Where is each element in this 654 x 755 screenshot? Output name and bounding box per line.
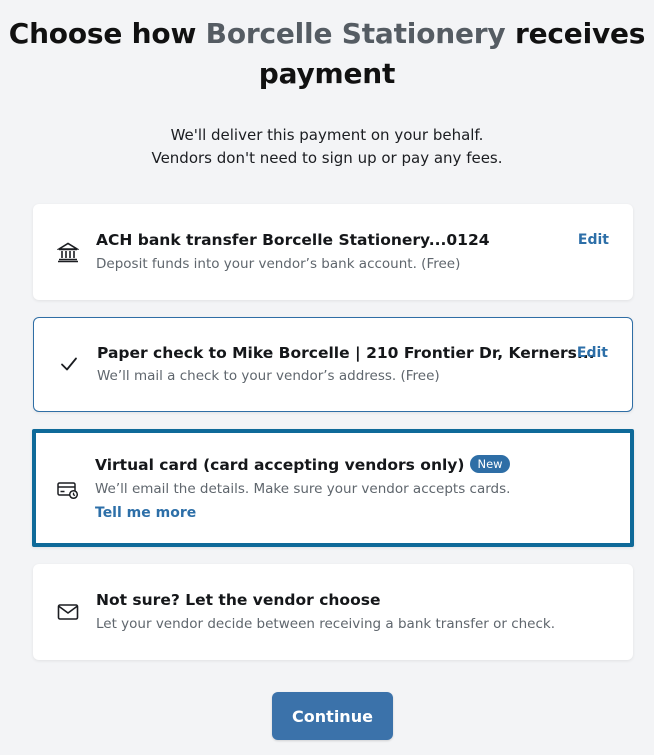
envelope-icon [57,601,79,623]
option-paper-check[interactable]: Paper check to Mike Borcelle | 210 Front… [33,317,633,412]
bank-icon [57,241,79,263]
option-title: ACH bank transfer Borcelle Stationery...… [96,231,490,249]
virtual-card-icon [57,479,79,501]
payment-method-page: Choose how Borcelle Stationery receives … [0,0,654,755]
option-description: Deposit funds into your vendor’s bank ac… [96,256,461,272]
subtitle-line-1: We'll deliver this payment on your behal… [170,126,484,144]
option-title: Paper check to Mike Borcelle | 210 Front… [97,344,595,362]
subtitle-line-2: Vendors don't need to sign up or pay any… [151,149,503,167]
page-title: Choose how Borcelle Stationery receives … [0,14,654,94]
option-description: Let your vendor decide between receiving… [96,616,556,632]
edit-check-button[interactable]: Edit [577,344,608,362]
checkmark-icon [58,353,80,375]
option-vendor-choose[interactable]: Not sure? Let the vendor choose Let your… [33,564,633,660]
new-badge: New [470,455,510,473]
tell-me-more-link[interactable]: Tell me more [95,504,196,522]
option-title: Not sure? Let the vendor choose [96,591,381,609]
option-description: We’ll email the details. Make sure your … [95,481,511,497]
title-prefix: Choose how [8,17,206,50]
option-ach-bank-transfer[interactable]: ACH bank transfer Borcelle Stationery...… [33,204,633,300]
option-description: We’ll mail a check to your vendor’s addr… [97,368,440,384]
continue-button[interactable]: Continue [272,692,393,740]
vendor-name: Borcelle Stationery [205,17,506,50]
option-virtual-card[interactable]: Virtual card (card accepting vendors onl… [32,429,634,547]
edit-ach-button[interactable]: Edit [578,231,609,249]
page-subtitle: We'll deliver this payment on your behal… [0,124,654,170]
virtual-card-title: Virtual card (card accepting vendors onl… [95,456,465,474]
option-title: Virtual card (card accepting vendors onl… [95,455,510,475]
